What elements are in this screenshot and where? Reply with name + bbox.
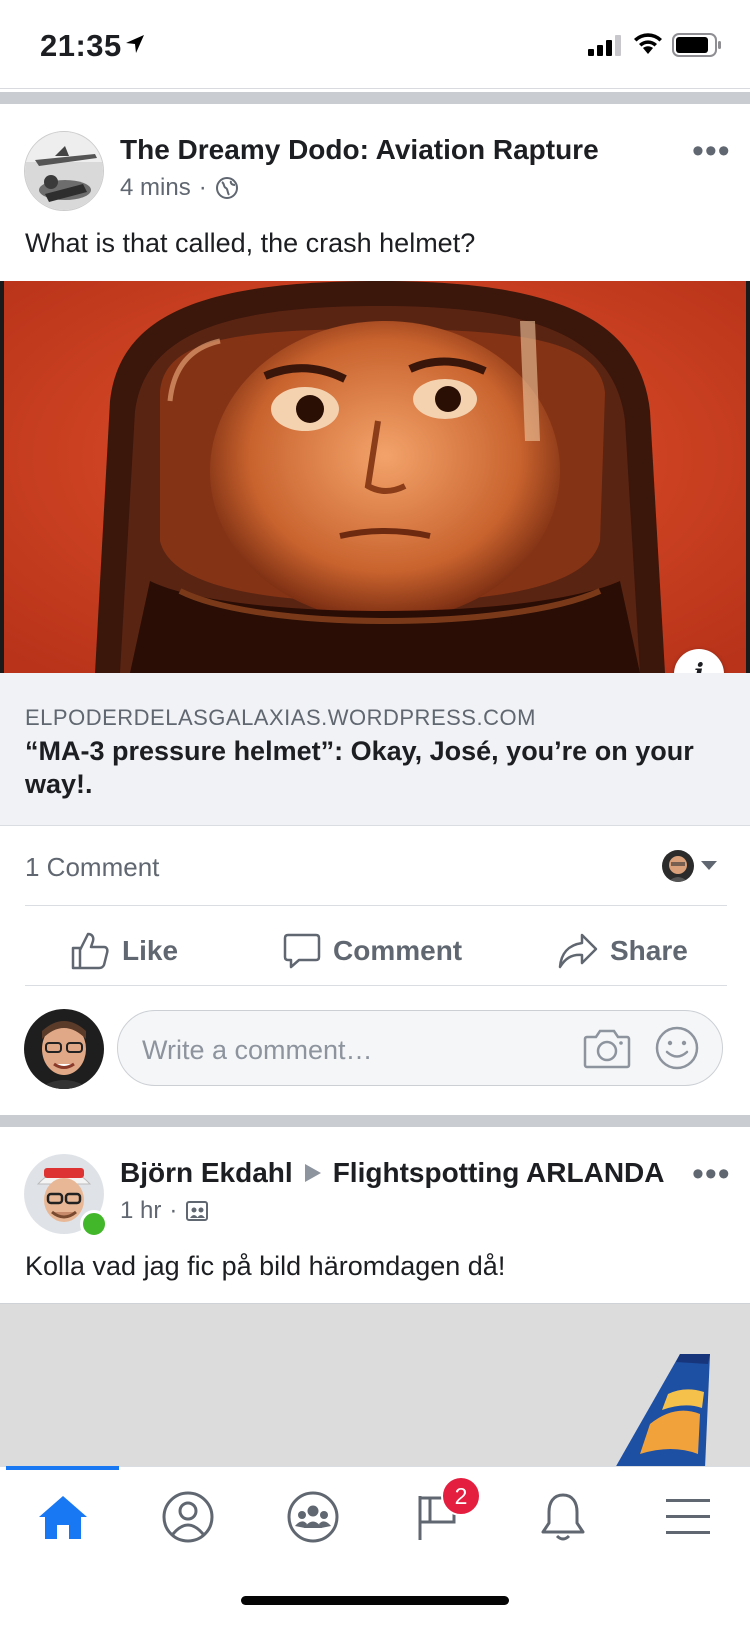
status-bar: 21:35 [0, 0, 750, 90]
chevron-down-icon[interactable] [700, 860, 718, 872]
status-divider [0, 88, 750, 89]
post-text: What is that called, the crash helmet? [25, 228, 476, 258]
tab-notifications[interactable] [531, 1485, 595, 1549]
page-avatar[interactable] [24, 131, 104, 211]
post-timestamp[interactable]: 4 mins [120, 174, 191, 202]
wifi-icon [634, 33, 662, 54]
tab-groups[interactable] [281, 1485, 345, 1549]
comment-input-box[interactable] [117, 1010, 723, 1086]
feed-separator [0, 92, 750, 104]
comment-input[interactable] [140, 1029, 544, 1071]
post-author[interactable]: Björn Ekdahl [120, 1157, 293, 1189]
meta-dot: · [198, 174, 207, 201]
comment-bubble-icon [283, 933, 321, 969]
post-options-button[interactable]: ••• [692, 132, 731, 171]
commenter-avatar [662, 850, 694, 882]
bell-icon [541, 1493, 585, 1541]
share-label: Share [610, 935, 688, 966]
actions-bottom-divider [25, 985, 727, 986]
home-indicator[interactable] [241, 1596, 509, 1605]
caret-right-icon [304, 1164, 321, 1182]
groups-icon [287, 1491, 339, 1543]
pages-notification-badge: 2 [441, 1476, 481, 1516]
post-author[interactable]: The Dreamy Dodo: Aviation Rapture [120, 134, 599, 166]
post-meta: 4 mins · [120, 174, 239, 202]
tab-profile[interactable] [156, 1485, 220, 1549]
share-button[interactable]: Share [558, 928, 688, 974]
active-tab-indicator [6, 1466, 119, 1470]
group-name[interactable]: Flightspotting ARLANDA [333, 1157, 665, 1189]
post-text: Kolla vad jag fic på bild häromdagen då! [25, 1251, 506, 1281]
hamburger-menu-icon [666, 1499, 710, 1534]
link-domain: ELPODERDELASGALAXIAS.WORDPRESS.COM [25, 705, 536, 730]
group-privacy-icon [186, 1201, 209, 1221]
location-arrow-icon [126, 35, 144, 53]
post-timestamp[interactable]: 1 hr [120, 1197, 161, 1225]
tab-home[interactable] [31, 1485, 95, 1549]
online-status-dot [80, 1210, 108, 1238]
post-header: Björn Ekdahl Flightspotting ARLANDA [120, 1157, 664, 1189]
status-time: 21:35 [40, 28, 122, 63]
meta-dot: · [169, 1197, 178, 1224]
cellular-signal-icon [588, 35, 621, 56]
post-meta: 1 hr · [120, 1197, 209, 1225]
home-icon [39, 1496, 87, 1539]
post-image[interactable] [0, 1303, 750, 1468]
comment-label: Comment [333, 935, 463, 966]
profile-icon [162, 1491, 214, 1543]
actions-top-divider [25, 905, 727, 906]
feed-separator [0, 1115, 750, 1127]
current-user-avatar[interactable] [24, 1009, 104, 1089]
tab-menu[interactable] [656, 1485, 720, 1549]
helmet-photo [0, 281, 750, 673]
comment-button[interactable]: Comment [283, 928, 462, 974]
link-preview-image[interactable] [0, 281, 750, 673]
like-label: Like [122, 935, 179, 966]
comments-count[interactable]: 1 Comment [25, 852, 159, 883]
thumbs-up-icon [71, 932, 109, 970]
camera-icon[interactable] [583, 1027, 631, 1069]
globe-icon [215, 177, 238, 199]
like-button[interactable]: Like [70, 928, 178, 974]
airplane-tail-photo [0, 1304, 750, 1468]
emoji-smile-icon[interactable] [654, 1025, 700, 1071]
share-arrow-icon [558, 933, 598, 969]
aviation-photo-thumbnail [25, 132, 103, 210]
battery-icon [672, 33, 721, 57]
link-title[interactable]: “MA-3 pressure helmet”: Okay, José, you’… [25, 735, 730, 801]
post-options-button[interactable]: ••• [692, 1155, 731, 1194]
